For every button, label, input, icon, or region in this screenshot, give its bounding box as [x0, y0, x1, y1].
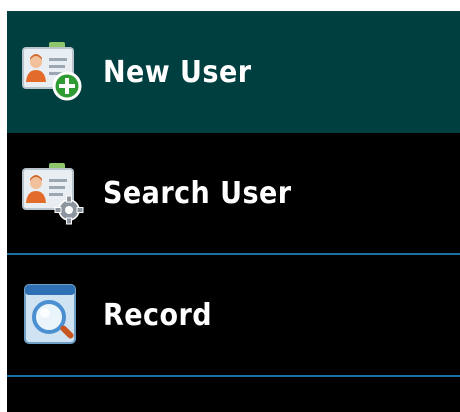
search-user-icon [15, 155, 91, 231]
menu-screen: New User Search User Record [7, 11, 460, 412]
menu-item-label: New User [103, 54, 252, 90]
menu-item-new-user[interactable]: New User [7, 11, 460, 133]
add-user-icon [15, 34, 91, 110]
menu-item-record[interactable]: Record [7, 255, 460, 377]
record-search-icon [15, 277, 91, 353]
menu-item-label: Record [103, 297, 213, 333]
menu-item-label: Search User [103, 175, 292, 211]
menu-item-search-user[interactable]: Search User [7, 133, 460, 255]
